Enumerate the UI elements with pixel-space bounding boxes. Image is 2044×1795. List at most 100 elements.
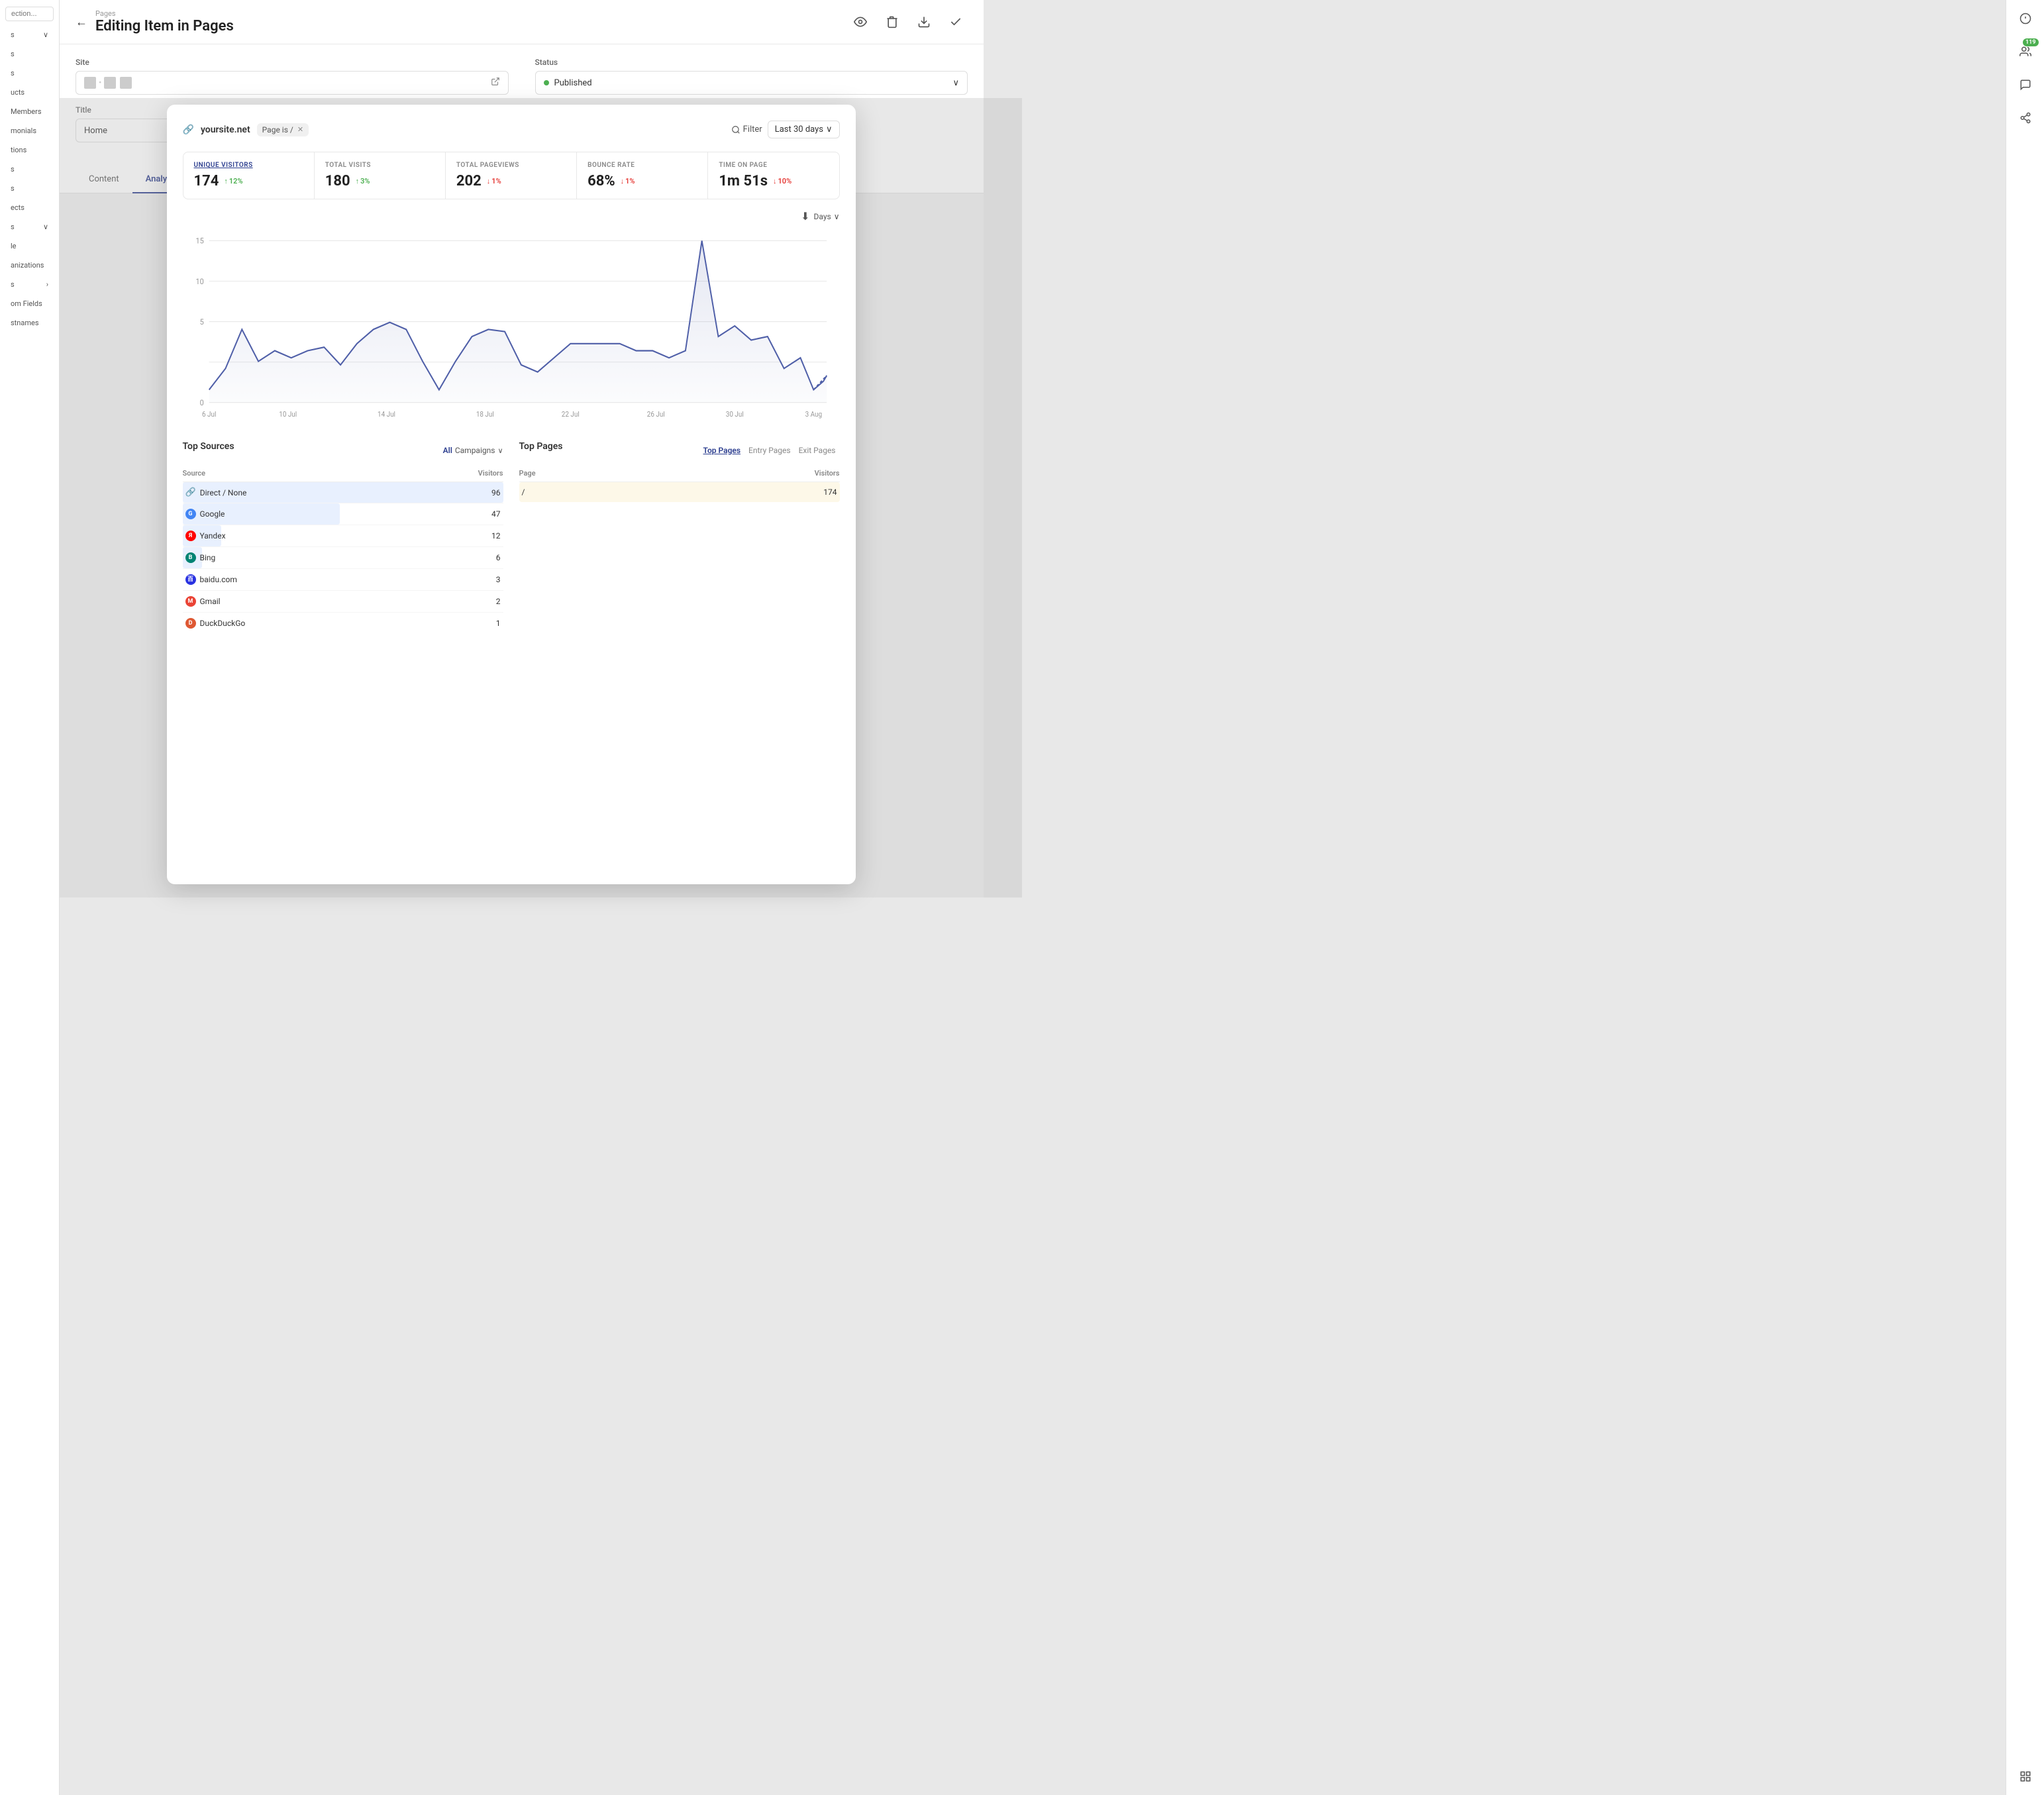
left-sidebar: s ∨ s s ucts Members monials tions s s e…	[0, 0, 60, 1795]
source-row-baidu: 百 baidu.com 3	[183, 569, 503, 591]
source-col-header: Source	[183, 469, 206, 478]
chart-container: 15 10 5 0	[183, 227, 840, 425]
export-button[interactable]	[912, 10, 936, 34]
svg-text:0: 0	[199, 398, 203, 408]
stat-total-visits[interactable]: TOTAL VISITS 180 ↑ 3%	[315, 152, 446, 199]
info-icon[interactable]	[2015, 8, 2036, 29]
page-row-root: / 174	[519, 482, 840, 502]
preview-button[interactable]	[848, 10, 872, 34]
status-dot	[544, 80, 549, 85]
stat-bounce-rate[interactable]: BOUNCE RATE 68% ↓ 1%	[577, 152, 708, 199]
site-external-link-icon[interactable]	[491, 77, 500, 89]
filter-button[interactable]: Filter	[731, 125, 762, 134]
users-badge: 119	[2023, 38, 2039, 46]
stat-value-bounce-rate: 68%	[588, 173, 615, 189]
date-range-select[interactable]: Last 30 days ∨	[768, 121, 840, 138]
google-icon: G	[185, 509, 196, 519]
logo-square-1	[84, 77, 96, 89]
sidebar-item-s2[interactable]: s	[5, 46, 54, 62]
stat-label-bounce-rate: BOUNCE RATE	[588, 162, 697, 169]
tab-exit-pages[interactable]: Exit Pages	[795, 446, 840, 455]
delete-button[interactable]	[880, 10, 904, 34]
status-select[interactable]: Published ∨	[535, 71, 968, 95]
source-name-baidu: 百 baidu.com	[185, 574, 237, 585]
stat-total-pageviews[interactable]: TOTAL PAGEVIEWS 202 ↓ 1%	[446, 152, 577, 199]
source-visitors-duckduckgo: 1	[496, 619, 501, 628]
share-icon[interactable]	[2015, 107, 2036, 128]
stat-value-time-on-page: 1m 51s	[719, 173, 768, 189]
analytics-filters: Filter Last 30 days ∨	[731, 121, 840, 138]
tab-top-pages[interactable]: Top Pages	[699, 446, 745, 455]
download-icon[interactable]: ⬇	[801, 210, 809, 223]
sidebar-item-s1[interactable]: s ∨	[5, 26, 54, 43]
stat-value-unique-visitors: 174	[194, 173, 219, 189]
stat-unique-visitors[interactable]: UNIQUE VISITORS 174 ↑ 12%	[183, 152, 315, 199]
svg-text:14 Jul: 14 Jul	[378, 410, 395, 419]
sidebar-item-s8[interactable]: s	[5, 180, 54, 197]
source-visitors-bing: 6	[496, 553, 501, 562]
status-label: Status	[535, 58, 968, 67]
bottom-section: Top Sources All Campaigns ∨ Source Visit…	[183, 441, 840, 634]
source-visitors-google: 47	[491, 509, 501, 519]
sidebar-item-testimonials[interactable]: monials	[5, 123, 54, 139]
source-visitors-gmail: 2	[496, 597, 501, 606]
top-sources-panel: Top Sources All Campaigns ∨ Source Visit…	[183, 441, 503, 634]
page-header: ← Pages Editing Item in Pages	[60, 0, 984, 44]
svg-text:10 Jul: 10 Jul	[279, 410, 297, 419]
sources-table-header: Source Visitors	[183, 465, 503, 482]
svg-text:6 Jul: 6 Jul	[201, 410, 215, 419]
campaigns-label: Campaigns	[455, 446, 495, 455]
stat-value-row-3: 68% ↓ 1%	[588, 173, 697, 189]
save-button[interactable]	[944, 10, 968, 34]
sidebar-item-products[interactable]: ucts	[5, 84, 54, 101]
source-name-bing: B Bing	[185, 552, 216, 563]
sidebar-search[interactable]	[5, 7, 54, 21]
sidebar-item-s13[interactable]: s ›	[5, 276, 54, 293]
sidebar-item-tions[interactable]: tions	[5, 142, 54, 158]
source-name-gmail: M Gmail	[185, 596, 221, 607]
visitors-col-header: Visitors	[478, 469, 503, 478]
status-value: Published	[554, 78, 592, 88]
users-icon[interactable]: 119	[2015, 41, 2036, 62]
site-separator: •	[99, 78, 101, 88]
source-row-google: G Google 47	[183, 503, 503, 525]
filter-label: Filter	[743, 125, 762, 134]
svg-text:15: 15	[195, 236, 203, 246]
stat-label-time-on-page: TIME ON PAGE	[719, 162, 828, 169]
source-name-google: G Google	[185, 509, 225, 519]
days-select[interactable]: Days ∨	[814, 210, 840, 223]
all-link[interactable]: All	[443, 446, 452, 455]
header-actions	[848, 10, 968, 34]
page-path-root: /	[522, 487, 525, 497]
sidebar-item-le[interactable]: le	[5, 238, 54, 254]
sidebar-item-s10[interactable]: s ∨	[5, 219, 54, 235]
svg-text:18 Jul: 18 Jul	[476, 410, 493, 419]
stat-value-total-pageviews: 202	[456, 173, 482, 189]
logo-square-2	[104, 77, 116, 89]
tab-entry-pages[interactable]: Entry Pages	[744, 446, 795, 455]
top-sources-header: Top Sources All Campaigns ∨	[183, 441, 503, 460]
page-filter-text: Page is /	[262, 125, 293, 134]
top-pages-header: Top Pages Top Pages Entry Pages Exit Pag…	[519, 441, 840, 460]
sidebar-item-ects[interactable]: ects	[5, 199, 54, 216]
sidebar-item-custom-fields[interactable]: om Fields	[5, 295, 54, 312]
site-input[interactable]: •	[76, 71, 509, 95]
sidebar-item-s7[interactable]: s	[5, 161, 54, 178]
back-button[interactable]: ←	[76, 15, 87, 29]
sidebar-item-members[interactable]: Members	[5, 103, 54, 120]
date-range-value: Last 30 days	[775, 125, 823, 134]
status-display: Published	[544, 78, 592, 88]
sidebar-item-s3[interactable]: s	[5, 65, 54, 81]
campaigns-chevron-icon[interactable]: ∨	[497, 446, 503, 455]
right-sidebar: 119	[2006, 0, 2044, 1795]
chat-icon[interactable]	[2015, 74, 2036, 95]
bottom-icon[interactable]	[2015, 1766, 2036, 1787]
page-filter-tag: Page is / ✕	[257, 123, 309, 136]
filter-close-button[interactable]: ✕	[297, 125, 303, 134]
source-name-direct: 🔗 Direct / None	[185, 487, 247, 497]
sidebar-item-hostnames[interactable]: stnames	[5, 315, 54, 331]
status-chevron-icon: ∨	[952, 78, 959, 88]
sidebar-item-organizations[interactable]: anizations	[5, 257, 54, 274]
stat-time-on-page[interactable]: TIME ON PAGE 1m 51s ↓ 10%	[708, 152, 839, 199]
bing-icon: B	[185, 552, 196, 563]
